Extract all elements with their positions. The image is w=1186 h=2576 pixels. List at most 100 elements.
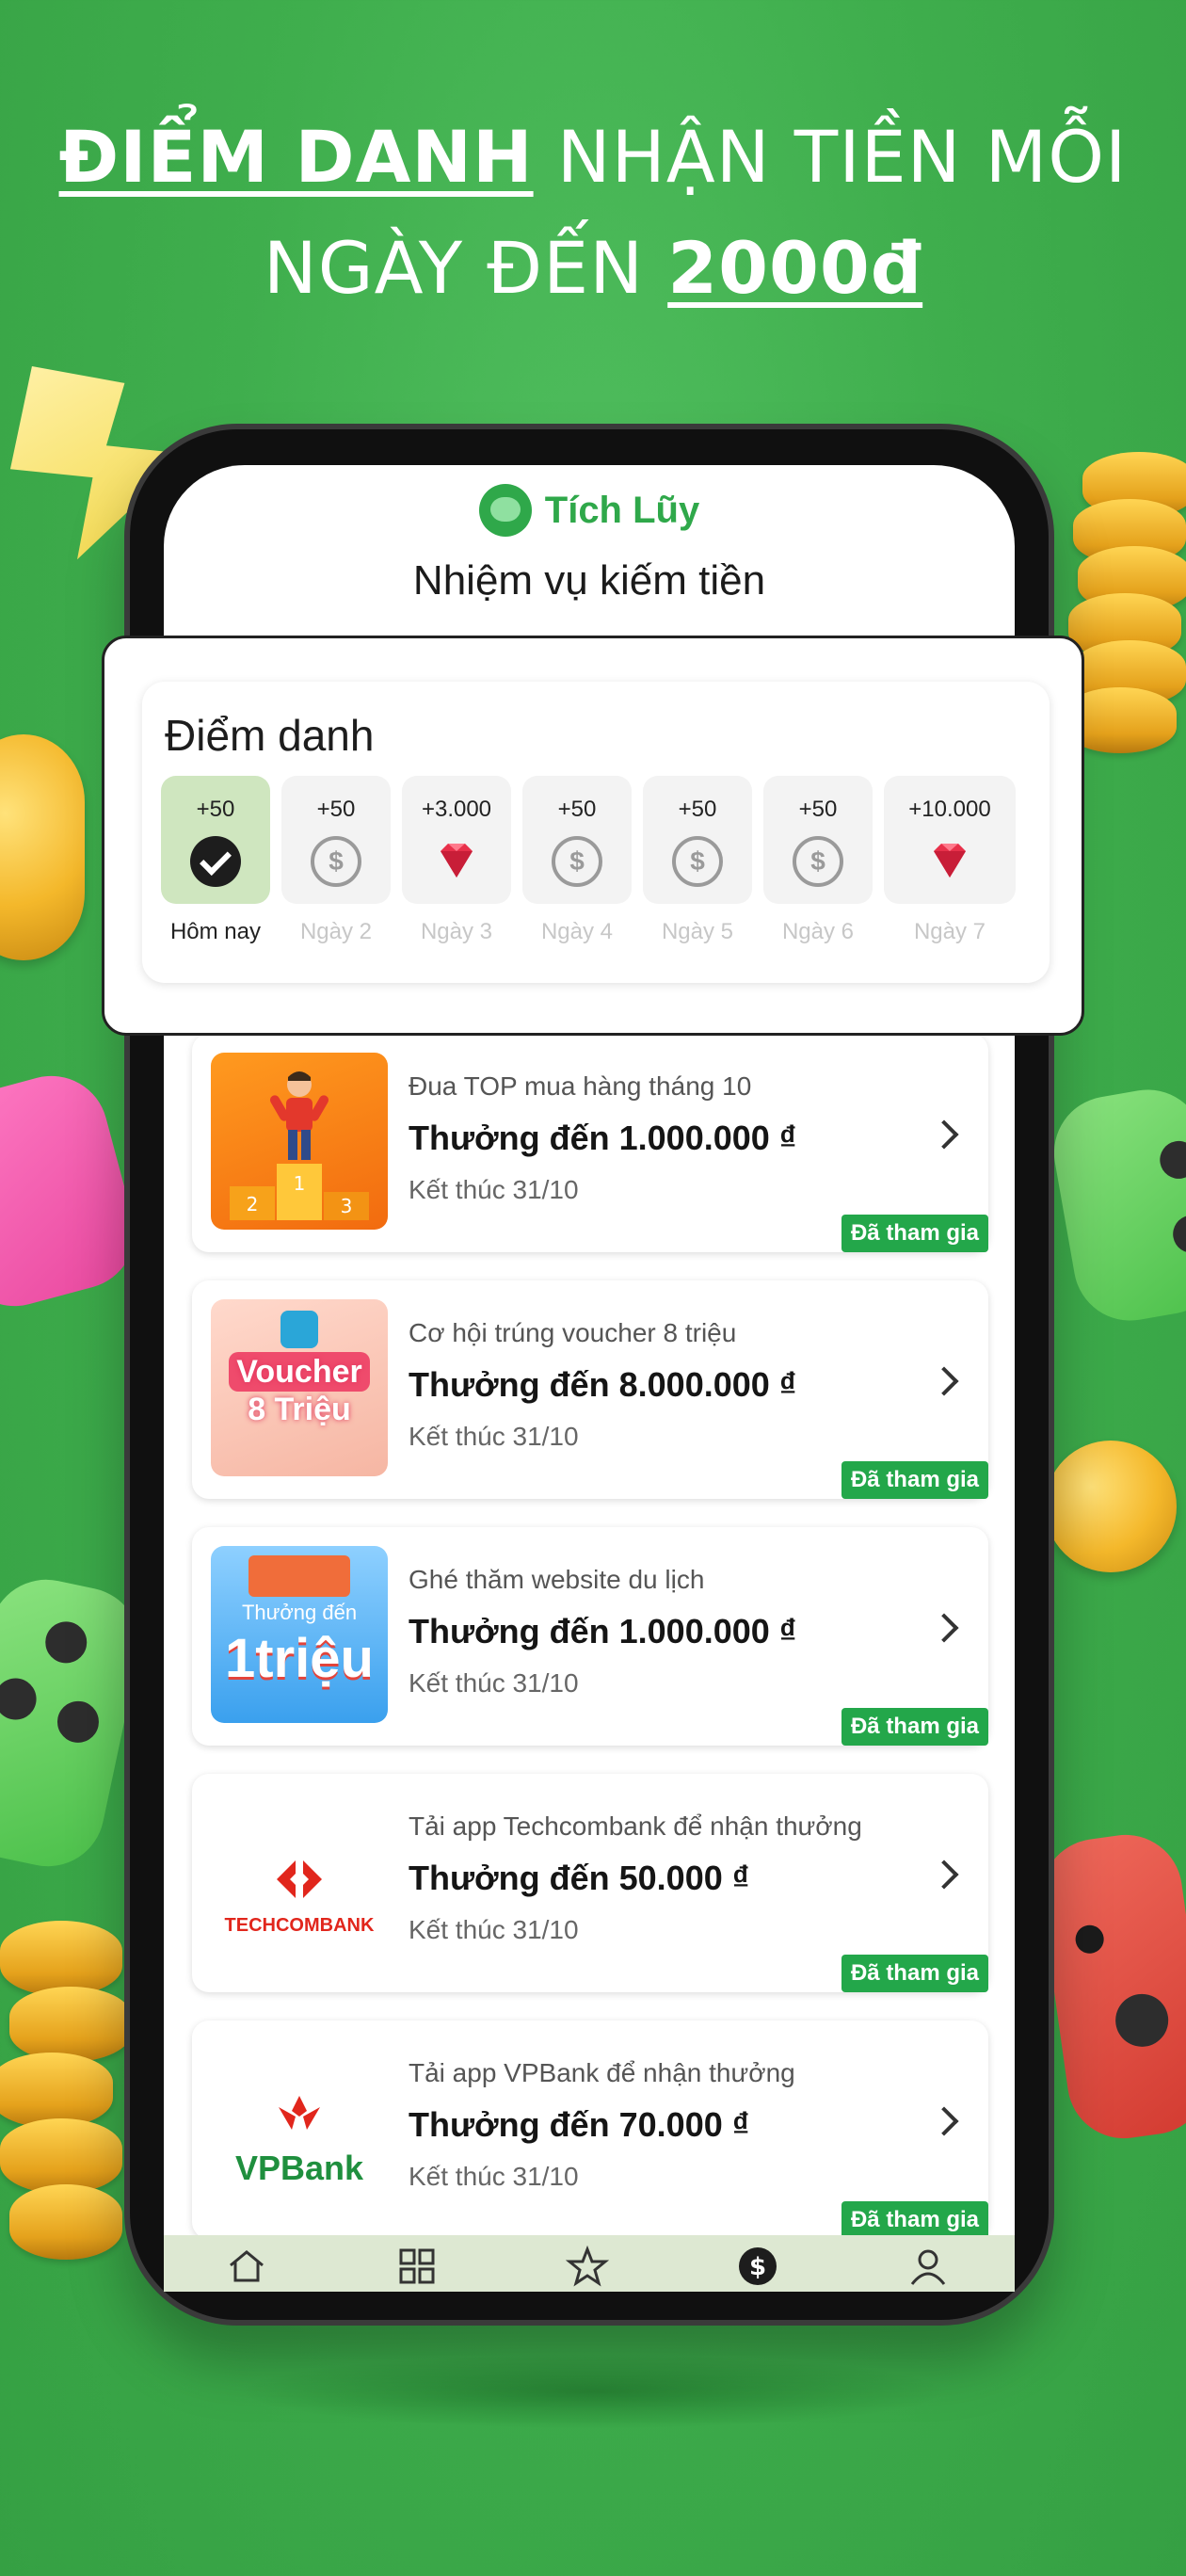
coin-icon: $ xyxy=(552,836,602,887)
gem-icon xyxy=(431,836,482,887)
task-reward: Thưởng đến 1.000.000 ₫ xyxy=(409,1119,797,1157)
task-end-date: Kết thúc 31/10 xyxy=(409,2162,579,2191)
day-amount: +50 xyxy=(196,797,235,822)
check-icon xyxy=(190,836,241,887)
task-thumbnail-top-buyer: 2 1 3 xyxy=(211,1053,388,1230)
day-amount: +50 xyxy=(798,797,838,822)
brand: Tích Lũy xyxy=(164,484,1015,537)
svg-text:$: $ xyxy=(749,2253,766,2281)
checkin-title: Điểm danh xyxy=(165,711,375,760)
gift-bird-icon xyxy=(280,1311,318,1348)
star-icon[interactable] xyxy=(565,2245,613,2292)
task-card[interactable]: TECHCOMBANK Tải app Techcombank để nhận … xyxy=(192,1774,988,1992)
luggage-icon xyxy=(248,1555,350,1597)
chevron-right-icon xyxy=(929,1613,959,1643)
task-card[interactable]: VPBank Tải app VPBank để nhận thưởng Thư… xyxy=(192,2021,988,2239)
checkin-day-3[interactable]: +3.000 Ngày 3 xyxy=(402,776,511,964)
checkin-day-4[interactable]: +50 $ Ngày 4 xyxy=(522,776,632,964)
techcombank-logo-icon xyxy=(277,1855,322,1904)
chevron-right-icon xyxy=(929,1860,959,1890)
checkin-days: +50 Hôm nay +50 $ Ngày 2 +3.000 Ngày 3 +… xyxy=(161,776,1031,964)
task-end-date: Kết thúc 31/10 xyxy=(409,1668,579,1698)
app-header: Tích Lũy Nhiệm vụ kiếm tiền xyxy=(164,465,1015,635)
task-end-date: Kết thúc 31/10 xyxy=(409,1175,579,1204)
day-amount: +50 xyxy=(557,797,597,822)
trophy-decoration xyxy=(0,659,104,970)
task-reward: Thưởng đến 50.000 ₫ xyxy=(409,1859,750,1897)
coin-icon: $ xyxy=(672,836,723,887)
day-label: Hôm nay xyxy=(169,919,262,944)
podium-label-3: 3 xyxy=(341,1195,353,1217)
podium-icon: 2 1 3 xyxy=(230,1164,369,1220)
dollar-icon[interactable]: $ xyxy=(736,2245,783,2292)
travel-thumb-line-2: 1triệu xyxy=(225,1628,374,1689)
checkin-day-1[interactable]: +50 Hôm nay xyxy=(161,776,270,964)
day-amount: +10.000 xyxy=(908,797,991,822)
joined-badge: Đã tham gia xyxy=(841,1955,988,1992)
voucher-thumb-line-2: 8 Triệu xyxy=(248,1392,351,1427)
brand-name: Tích Lũy xyxy=(544,489,700,531)
piggy-bank-icon xyxy=(478,484,532,537)
voucher-thumb-line-1: Voucher xyxy=(229,1352,370,1392)
page-title: Nhiệm vụ kiếm tiền xyxy=(412,557,766,604)
joined-badge: Đã tham gia xyxy=(841,1215,988,1252)
vpbank-logo-icon xyxy=(279,2096,320,2130)
day-amount: +50 xyxy=(678,797,717,822)
day-label: Ngày 5 xyxy=(661,919,734,944)
checkin-day-5[interactable]: +50 $ Ngày 5 xyxy=(643,776,752,964)
coin-icon: $ xyxy=(793,836,843,887)
grid-icon[interactable] xyxy=(395,2245,442,2292)
podium-label-2: 2 xyxy=(247,1193,259,1216)
travel-thumb-line-1: Thưởng đến xyxy=(241,1601,358,1624)
task-thumbnail-techcombank: TECHCOMBANK xyxy=(211,1793,388,1970)
task-subtitle: Ghé thăm website du lịch xyxy=(409,1565,705,1594)
headline-emphasis-2: 2000đ xyxy=(667,226,923,310)
task-card[interactable]: Thưởng đến 1triệu Ghé thăm website du lị… xyxy=(192,1527,988,1746)
vpbank-wordmark: VPBank xyxy=(234,2149,364,2187)
day-label: Ngày 4 xyxy=(540,919,614,944)
home-icon[interactable] xyxy=(225,2245,272,2292)
checkin-day-6[interactable]: +50 $ Ngày 6 xyxy=(763,776,873,964)
task-card[interactable]: Voucher 8 Triệu Cơ hội trúng voucher 8 t… xyxy=(192,1280,988,1499)
day-amount: +3.000 xyxy=(421,797,492,822)
task-thumbnail-voucher: Voucher 8 Triệu xyxy=(211,1299,388,1476)
task-subtitle: Đua TOP mua hàng tháng 10 xyxy=(409,1071,752,1101)
checkin-day-2[interactable]: +50 $ Ngày 2 xyxy=(281,776,391,964)
day-label: Ngày 2 xyxy=(299,919,373,944)
phone-shadow xyxy=(235,2354,951,2429)
day-label: Ngày 3 xyxy=(420,919,493,944)
chevron-right-icon xyxy=(929,2106,959,2136)
task-subtitle: Tải app VPBank để nhận thưởng xyxy=(409,2058,795,2087)
gamepad-decoration-red xyxy=(1034,1827,1186,2146)
headline-text-1: NHẬN TIỀN MỖI xyxy=(533,115,1128,199)
day-amount: +50 xyxy=(316,797,356,822)
task-subtitle: Tải app Techcombank để nhận thưởng xyxy=(409,1811,862,1841)
coin-pile-decoration-left xyxy=(0,1921,132,2278)
checkin-card: Điểm danh +50 Hôm nay +50 $ Ngày 2 +3.00… xyxy=(102,636,1084,1036)
voucher-thumb-text: Voucher 8 Triệu xyxy=(222,1352,377,1427)
podium-label-1: 1 xyxy=(294,1172,306,1195)
coin-decoration-right xyxy=(1045,1441,1177,1572)
profile-icon[interactable] xyxy=(906,2245,954,2292)
task-reward: Thưởng đến 1.000.000 ₫ xyxy=(409,1612,797,1650)
winner-figure-icon xyxy=(270,1071,329,1160)
task-end-date: Kết thúc 31/10 xyxy=(409,1915,579,1944)
headline-emphasis-1: ĐIỂM DANH xyxy=(58,115,534,199)
checkin-day-7[interactable]: +10.000 Ngày 7 xyxy=(884,776,1016,964)
headline-text-2: NGÀY ĐẾN xyxy=(263,226,668,310)
checkin-panel: Điểm danh +50 Hôm nay +50 $ Ngày 2 +3.00… xyxy=(142,682,1050,983)
gem-icon xyxy=(924,836,975,887)
joined-badge: Đã tham gia xyxy=(841,2201,988,2239)
day-label: Ngày 7 xyxy=(913,919,986,944)
gamepad-decoration-green-right xyxy=(1045,1080,1186,1330)
day-label: Ngày 6 xyxy=(781,919,855,944)
task-card[interactable]: 2 1 3 Đua TOP mua hàng tháng 10 Thưởng đ… xyxy=(192,1034,988,1252)
joined-badge: Đã tham gia xyxy=(841,1461,988,1499)
task-end-date: Kết thúc 31/10 xyxy=(409,1422,579,1451)
task-reward: Thưởng đến 70.000 ₫ xyxy=(409,2105,750,2144)
joined-badge: Đã tham gia xyxy=(841,1708,988,1746)
task-thumbnail-vpbank: VPBank xyxy=(211,2039,388,2216)
task-thumbnail-travel: Thưởng đến 1triệu xyxy=(211,1546,388,1723)
task-subtitle: Cơ hội trúng voucher 8 triệu xyxy=(409,1318,737,1347)
chevron-right-icon xyxy=(929,1119,959,1150)
